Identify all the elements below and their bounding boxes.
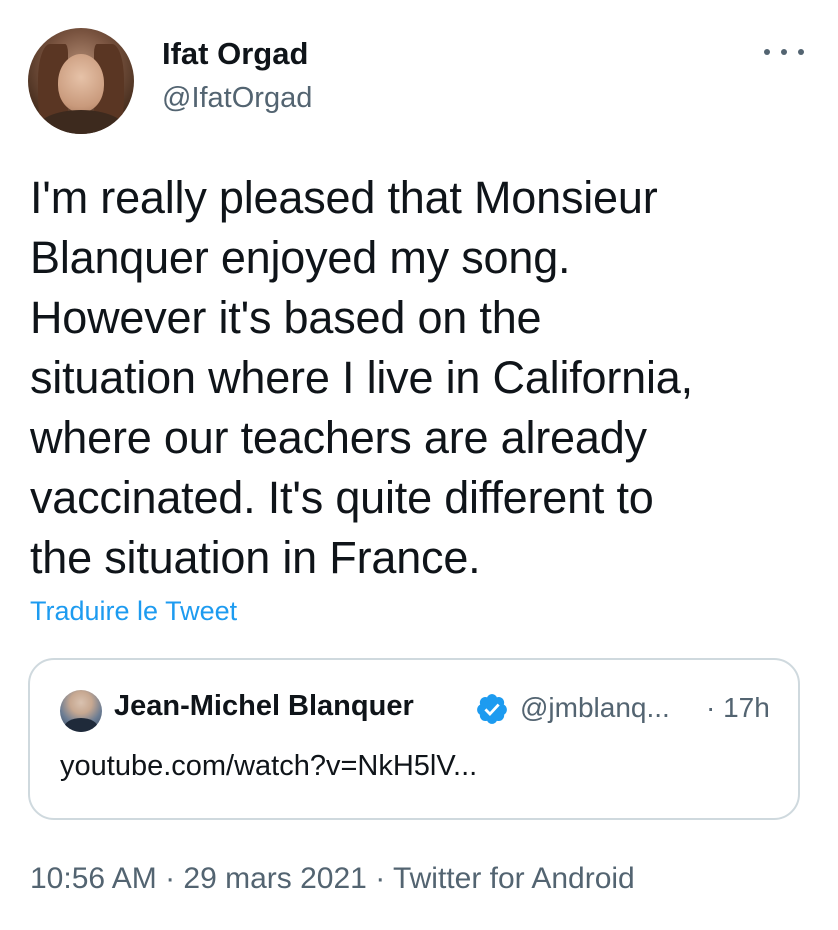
more-dot	[764, 49, 770, 55]
verified-badge-icon	[477, 694, 507, 724]
quoted-author-name: Jean-Michel Blanquer	[114, 690, 414, 722]
quoted-author-handle: @jmblanq...	[520, 692, 670, 723]
quoted-tweet[interactable]: Jean-Michel Blanquer @jmblanq... · 17h y…	[28, 658, 800, 820]
author-avatar[interactable]	[28, 28, 134, 134]
tweet: Ifat Orgad @IfatOrgad I'm really pleased…	[0, 0, 838, 930]
quoted-author-avatar	[60, 690, 102, 732]
avatar-face	[58, 54, 104, 112]
author-name[interactable]: Ifat Orgad	[162, 36, 308, 72]
tweet-metadata[interactable]: 10:56 AM · 29 mars 2021 · Twitter for An…	[30, 862, 635, 896]
more-options-icon[interactable]	[764, 38, 804, 66]
quoted-tweet-text: youtube.com/watch?v=NkH5lV...	[60, 750, 478, 782]
tweet-text: I'm really pleased that Monsieur Blanque…	[30, 172, 693, 583]
avatar-suit	[64, 718, 98, 732]
quoted-tweet-time: · 17h	[706, 692, 770, 723]
translate-tweet-link[interactable]: Traduire le Tweet	[30, 596, 237, 627]
author-handle[interactable]: @IfatOrgad	[162, 82, 312, 115]
more-dot	[798, 49, 804, 55]
more-dot	[781, 49, 787, 55]
